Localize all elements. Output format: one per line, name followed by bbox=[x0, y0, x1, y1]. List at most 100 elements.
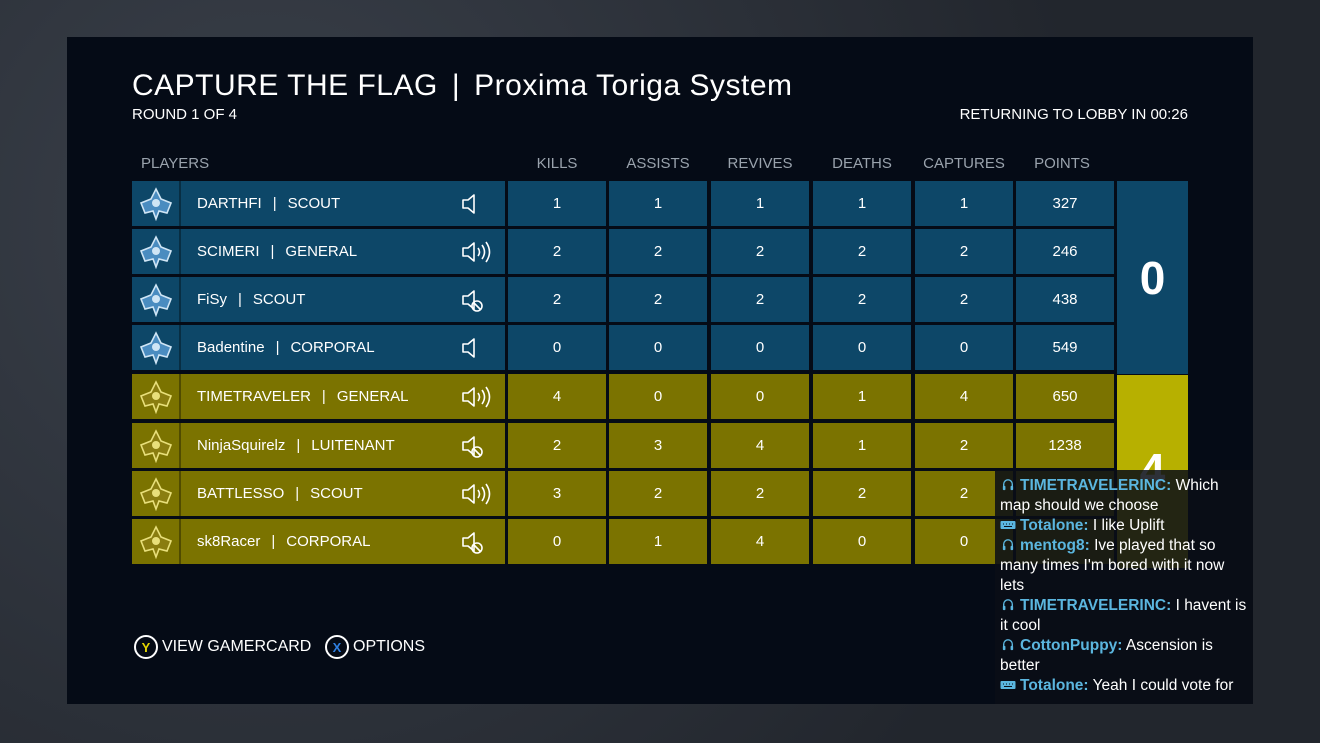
stat-revives: 0 bbox=[711, 374, 809, 419]
stat-captures: 0 bbox=[915, 325, 1013, 370]
stat-assists: 1 bbox=[609, 519, 707, 564]
name-separator: | bbox=[270, 243, 275, 260]
stat-captures: 1 bbox=[915, 181, 1013, 226]
stat-kills: 0 bbox=[508, 519, 606, 564]
stat-kills: 4 bbox=[508, 374, 606, 419]
player-cell[interactable]: DARTHFI | SCOUT bbox=[132, 181, 505, 226]
stat-kills: 2 bbox=[508, 229, 606, 274]
stat-kills: 2 bbox=[508, 423, 606, 468]
stat-assists: 0 bbox=[609, 374, 707, 419]
chat-message: Totalone: I like Uplift bbox=[1000, 516, 1249, 536]
speaker-muted-icon[interactable] bbox=[460, 529, 498, 555]
stat-captures: 2 bbox=[915, 229, 1013, 274]
chat-username: TIMETRAVELERINC: bbox=[1020, 597, 1172, 614]
keyboard-icon bbox=[1000, 677, 1020, 694]
speaker-icon[interactable] bbox=[460, 335, 498, 361]
player-cell[interactable]: Badentine | CORPORAL bbox=[132, 325, 505, 370]
player-name-rank: TIMETRAVELER | GENERAL bbox=[197, 388, 409, 405]
player-cell[interactable]: sk8Racer | CORPORAL bbox=[132, 519, 505, 564]
lobby-countdown: RETURNING TO LOBBY IN 00:26 bbox=[959, 106, 1188, 123]
stat-deaths: 2 bbox=[813, 229, 911, 274]
player-name-rank: SCIMERI | GENERAL bbox=[197, 243, 357, 260]
chat-message: mentog8: Ive played that so many times I… bbox=[1000, 536, 1249, 596]
player-name-rank: FiSy | SCOUT bbox=[197, 291, 305, 308]
player-name: DARTHFI bbox=[197, 195, 262, 212]
player-rank: GENERAL bbox=[336, 388, 409, 405]
stat-assists: 2 bbox=[609, 471, 707, 516]
table-row[interactable]: NinjaSquirelz | LUITENANT 2 3 4 1 2 1238 bbox=[132, 423, 1188, 468]
player-name: FiSy bbox=[197, 291, 227, 308]
stat-kills: 3 bbox=[508, 471, 606, 516]
stat-captures: 2 bbox=[915, 423, 1013, 468]
stat-deaths: 2 bbox=[813, 471, 911, 516]
player-rank: SCOUT bbox=[252, 291, 306, 308]
chat-username: Totalone: bbox=[1020, 677, 1089, 694]
headset-icon bbox=[1000, 637, 1020, 654]
speaker-muted-icon[interactable] bbox=[460, 433, 498, 459]
ship-avatar-icon bbox=[132, 325, 181, 370]
view-gamercard-button[interactable]: Y VIEW GAMERCARD bbox=[134, 635, 311, 659]
player-name-rank: Badentine | CORPORAL bbox=[197, 339, 375, 356]
table-row[interactable]: SCIMERI | GENERAL 2 2 2 2 2 246 bbox=[132, 229, 1188, 274]
title-separator: | bbox=[451, 69, 461, 102]
ship-avatar-icon bbox=[132, 423, 181, 468]
name-separator: | bbox=[295, 485, 300, 502]
player-name-rank: DARTHFI | SCOUT bbox=[197, 195, 340, 212]
player-cell[interactable]: BATTLESSO | SCOUT bbox=[132, 471, 505, 516]
table-row[interactable]: FiSy | SCOUT 2 2 2 2 2 438 bbox=[132, 277, 1188, 322]
speaker-talking-icon[interactable] bbox=[460, 239, 498, 265]
player-rank: LUITENANT bbox=[311, 437, 395, 454]
stat-points: 549 bbox=[1016, 325, 1114, 370]
ship-avatar-icon bbox=[132, 277, 181, 322]
stat-deaths: 2 bbox=[813, 277, 911, 322]
player-name: sk8Racer bbox=[197, 533, 261, 550]
speaker-talking-icon[interactable] bbox=[460, 384, 498, 410]
speaker-icon[interactable] bbox=[460, 191, 498, 217]
chat-username: TIMETRAVELERINC: bbox=[1020, 477, 1172, 494]
speaker-muted-icon[interactable] bbox=[460, 287, 498, 313]
team-blue-score: 0 bbox=[1117, 181, 1188, 374]
name-separator: | bbox=[272, 195, 277, 212]
table-row[interactable]: TIMETRAVELER | GENERAL 4 0 0 1 4 650 bbox=[132, 374, 1188, 419]
chat-username: CottonPuppy: bbox=[1020, 637, 1123, 654]
player-cell[interactable]: FiSy | SCOUT bbox=[132, 277, 505, 322]
chat-username: mentog8: bbox=[1020, 537, 1090, 554]
map-name: Proxima Toriga System bbox=[474, 69, 793, 102]
stat-assists: 0 bbox=[609, 325, 707, 370]
player-name: BATTLESSO bbox=[197, 485, 285, 502]
stat-revives: 2 bbox=[711, 277, 809, 322]
chat-text: Yeah I could vote for bbox=[1092, 677, 1234, 694]
page-title: CAPTURE THE FLAG | Proxima Toriga System bbox=[132, 69, 793, 103]
header-points: POINTS bbox=[1034, 155, 1090, 172]
stat-assists: 2 bbox=[609, 229, 707, 274]
player-rank: GENERAL bbox=[285, 243, 358, 260]
player-cell[interactable]: TIMETRAVELER | GENERAL bbox=[132, 374, 505, 419]
stat-revives: 2 bbox=[711, 229, 809, 274]
ship-avatar-icon bbox=[132, 181, 181, 226]
header-deaths: DEATHS bbox=[832, 155, 892, 172]
chat-username: Totalone: bbox=[1020, 517, 1089, 534]
ship-avatar-icon bbox=[132, 471, 181, 516]
keyboard-icon bbox=[1000, 517, 1020, 534]
stat-kills: 0 bbox=[508, 325, 606, 370]
stat-assists: 1 bbox=[609, 181, 707, 226]
player-rank: SCOUT bbox=[287, 195, 341, 212]
name-separator: | bbox=[271, 533, 276, 550]
stat-deaths: 0 bbox=[813, 519, 911, 564]
table-row[interactable]: DARTHFI | SCOUT 1 1 1 1 1 327 bbox=[132, 181, 1188, 226]
speaker-talking-icon[interactable] bbox=[460, 481, 498, 507]
y-button-icon: Y bbox=[134, 635, 158, 659]
stat-assists: 2 bbox=[609, 277, 707, 322]
stat-captures: 2 bbox=[915, 277, 1013, 322]
ship-avatar-icon bbox=[132, 374, 181, 419]
stat-points: 327 bbox=[1016, 181, 1114, 226]
stat-points: 650 bbox=[1016, 374, 1114, 419]
player-rank: CORPORAL bbox=[290, 339, 375, 356]
player-cell[interactable]: NinjaSquirelz | LUITENANT bbox=[132, 423, 505, 468]
header-captures: CAPTURES bbox=[923, 155, 1005, 172]
options-button[interactable]: X OPTIONS bbox=[325, 635, 425, 659]
stat-deaths: 1 bbox=[813, 374, 911, 419]
table-row[interactable]: Badentine | CORPORAL 0 0 0 0 0 549 bbox=[132, 325, 1188, 370]
player-name: SCIMERI bbox=[197, 243, 260, 260]
player-cell[interactable]: SCIMERI | GENERAL bbox=[132, 229, 505, 274]
